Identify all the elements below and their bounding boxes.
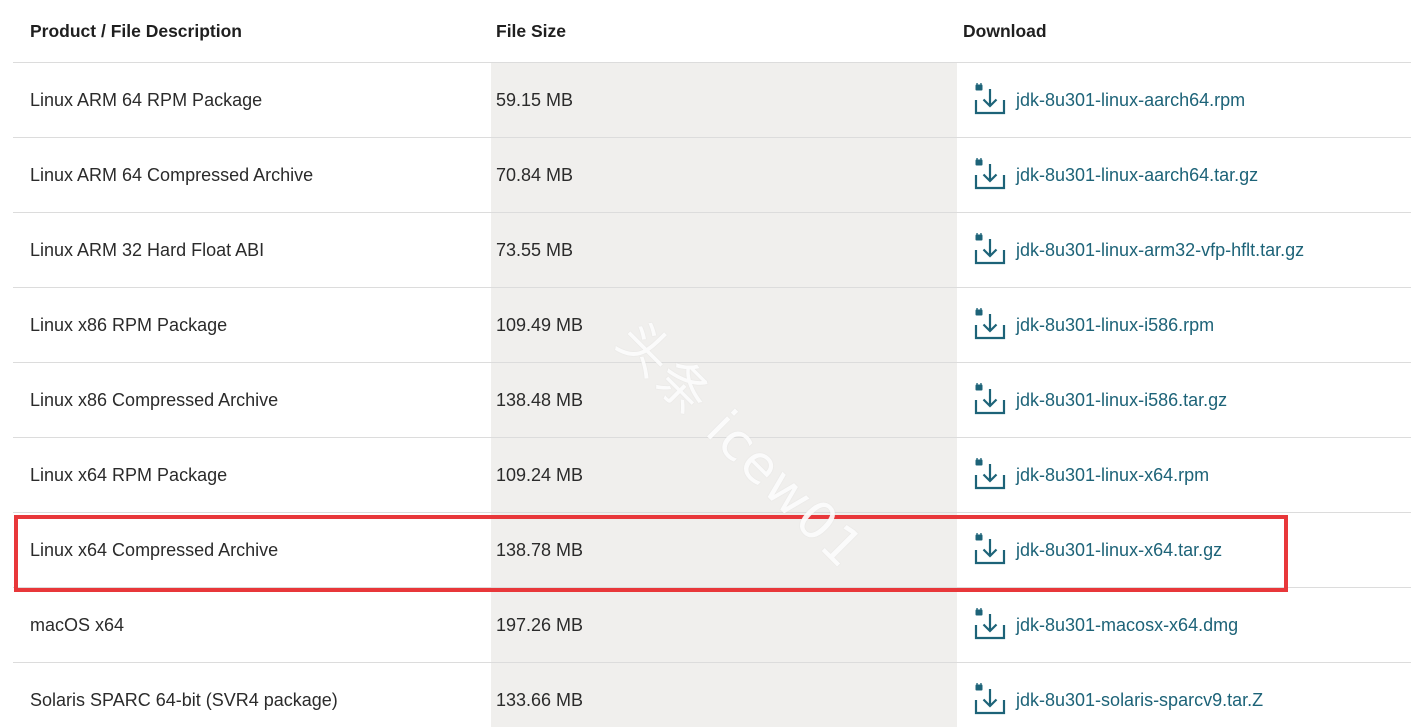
file-size: 109.49 MB — [496, 314, 584, 335]
download-filename: jdk-8u301-linux-aarch64.tar.gz — [1016, 164, 1259, 185]
download-filename: jdk-8u301-linux-i586.tar.gz — [1016, 389, 1228, 410]
product-description: Linux x86 Compressed Archive — [30, 389, 279, 410]
product-description: Linux ARM 32 Hard Float ABI — [30, 239, 265, 260]
download-icon — [974, 381, 1006, 417]
column-header-download: Download — [963, 20, 1047, 41]
download-cell: jdk-8u301-linux-x64.tar.gz — [963, 513, 1403, 587]
download-filename: jdk-8u301-solaris-sparcv9.tar.Z — [1016, 689, 1264, 710]
table-row: Linux ARM 64 RPM Package 59.15 MB jdk-8u30… — [13, 63, 1411, 138]
download-filename: jdk-8u301-macosx-x64.dmg — [1016, 614, 1239, 635]
table-row: Linux x64 Compressed Archive 138.78 MB jdk… — [13, 513, 1411, 588]
download-link[interactable]: jdk-8u301-linux-x64.rpm — [963, 456, 1210, 492]
download-icon — [974, 531, 1006, 567]
product-description: Solaris SPARC 64-bit (SVR4 package) — [30, 689, 338, 710]
file-size: 138.78 MB — [496, 539, 584, 560]
download-cell: jdk-8u301-linux-x64.rpm — [963, 438, 1403, 512]
table-row: Linux x86 RPM Package 109.49 MB jdk-8u301-… — [13, 288, 1411, 363]
file-size: 109.24 MB — [496, 464, 584, 485]
file-size: 59.15 MB — [496, 89, 574, 110]
download-cell: jdk-8u301-linux-i586.rpm — [963, 288, 1403, 362]
download-cell: jdk-8u301-solaris-sparcv9.tar.Z — [963, 663, 1403, 727]
file-size: 70.84 MB — [496, 164, 574, 185]
table-header: Product / File Description File Size Dow… — [13, 0, 1411, 63]
product-description: Linux ARM 64 Compressed Archive — [30, 164, 314, 185]
file-size: 133.66 MB — [496, 689, 584, 710]
download-icon — [974, 606, 1006, 642]
download-link[interactable]: jdk-8u301-linux-i586.tar.gz — [963, 381, 1228, 417]
download-link[interactable]: jdk-8u301-macosx-x64.dmg — [963, 606, 1239, 642]
download-link[interactable]: jdk-8u301-linux-aarch64.rpm — [963, 81, 1246, 117]
download-link[interactable]: jdk-8u301-linux-x64.tar.gz — [963, 531, 1223, 567]
download-link[interactable]: jdk-8u301-linux-aarch64.tar.gz — [963, 156, 1259, 192]
download-cell: jdk-8u301-linux-i586.tar.gz — [963, 363, 1403, 437]
table-row: Linux ARM 32 Hard Float ABI 73.55 MB jdk-8… — [13, 213, 1411, 288]
product-description: Linux ARM 64 RPM Package — [30, 89, 263, 110]
product-description: Linux x86 RPM Package — [30, 314, 228, 335]
download-icon — [974, 156, 1006, 192]
product-description: Linux x64 Compressed Archive — [30, 539, 279, 560]
download-icon — [974, 681, 1006, 717]
download-icon — [974, 306, 1006, 342]
table-row: Linux x86 Compressed Archive 138.48 MB jdk… — [13, 363, 1411, 438]
product-description: macOS x64 — [30, 614, 125, 635]
download-cell: jdk-8u301-macosx-x64.dmg — [963, 588, 1403, 662]
download-link[interactable]: jdk-8u301-linux-arm32-vfp-hflt.tar.gz — [963, 231, 1305, 267]
table-row: macOS x64 197.26 MB jdk-8u301-macosx-x64.d… — [13, 588, 1411, 663]
download-cell: jdk-8u301-linux-aarch64.rpm — [963, 63, 1403, 137]
download-link[interactable]: jdk-8u301-solaris-sparcv9.tar.Z — [963, 681, 1264, 717]
download-icon — [974, 456, 1006, 492]
download-filename: jdk-8u301-linux-x64.rpm — [1016, 464, 1210, 485]
download-cell: jdk-8u301-linux-aarch64.tar.gz — [963, 138, 1403, 212]
product-description: Linux x64 RPM Package — [30, 464, 228, 485]
download-icon — [974, 231, 1006, 267]
download-filename: jdk-8u301-linux-arm32-vfp-hflt.tar.gz — [1016, 239, 1305, 260]
file-size: 197.26 MB — [496, 614, 584, 635]
table-row: Linux x64 RPM Package 109.24 MB jdk-8u301-… — [13, 438, 1411, 513]
column-header-product: Product / File Description — [30, 20, 242, 41]
table-row: Solaris SPARC 64-bit (SVR4 package) 133.6… — [13, 663, 1411, 727]
download-link[interactable]: jdk-8u301-linux-i586.rpm — [963, 306, 1215, 342]
column-header-file-size: File Size — [496, 20, 567, 41]
download-page: Product / File Description File Size Dow… — [0, 0, 1416, 727]
file-size: 73.55 MB — [496, 239, 574, 260]
download-filename: jdk-8u301-linux-aarch64.rpm — [1016, 89, 1246, 110]
table-row: Linux ARM 64 Compressed Archive 70.84 MB j… — [13, 138, 1411, 213]
download-cell: jdk-8u301-linux-arm32-vfp-hflt.tar.gz — [963, 213, 1403, 287]
download-filename: jdk-8u301-linux-i586.rpm — [1016, 314, 1215, 335]
download-icon — [974, 81, 1006, 117]
download-filename: jdk-8u301-linux-x64.tar.gz — [1016, 539, 1223, 560]
file-size: 138.48 MB — [496, 389, 584, 410]
